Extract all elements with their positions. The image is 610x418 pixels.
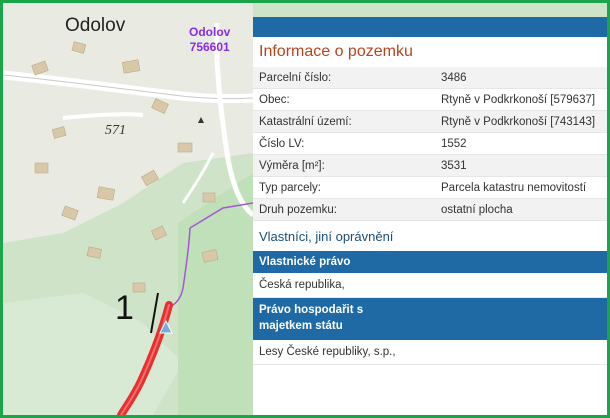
row-key-land-type: Druh pozemku:	[253, 198, 435, 221]
map-place-label: Odolov	[65, 15, 126, 36]
parcel-info-table: Parcelní číslo: 3486 Obec: Rtyně v Podkr…	[253, 67, 607, 221]
map-frame: Odolov Odolov 756601 571 1 Informace o p…	[0, 0, 610, 418]
management-value: Lesy České republiky, s.p.,	[253, 340, 607, 365]
panel-topbar	[253, 17, 607, 37]
row-value-parcel-number: 3486	[435, 67, 607, 89]
map-parcel-marker-label: 1	[115, 289, 134, 327]
row-value-parcel-type: Parcela katastru nemovitostí	[435, 176, 607, 199]
map-cadastral-name: Odolov	[189, 25, 231, 39]
map-cadastral-label: Odolov 756601	[189, 25, 230, 55]
row-value-municipality: Rtyně v Podkrkonoší [579637]	[435, 88, 607, 111]
row-value-area: 3531	[435, 154, 607, 177]
table-row: Obec: Rtyně v Podkrkonoší [579637]	[253, 88, 607, 111]
row-key-lv-number: Číslo LV:	[253, 132, 435, 155]
row-key-cadastral-area: Katastrální území:	[253, 110, 435, 133]
map-cadastral-code: 756601	[189, 40, 230, 54]
panel-title: Informace o pozemku	[253, 37, 607, 67]
table-row: Katastrální území: Rtyně v Podkrkonoší […	[253, 110, 607, 133]
row-value-cadastral-area: Rtyně v Podkrkonoší [743143]	[435, 110, 607, 133]
management-header-line1: Právo hospodařit s	[259, 304, 364, 316]
row-key-area: Výměra [m²]:	[253, 154, 435, 177]
management-header-line2: majetkem státu	[259, 320, 343, 332]
row-key-parcel-type: Typ parcely:	[253, 176, 435, 199]
row-value-lv-number: 1552	[435, 132, 607, 155]
table-row: Parcelní číslo: 3486	[253, 67, 607, 89]
parcel-info-panel: Informace o pozemku Parcelní číslo: 3486…	[253, 17, 607, 415]
table-row: Druh pozemku: ostatní plocha	[253, 198, 607, 221]
ownership-value: Česká republika,	[253, 273, 607, 298]
row-value-land-type: ostatní plocha	[435, 198, 607, 221]
owners-section-title: Vlastníci, jiní oprávnění	[253, 223, 607, 251]
row-key-parcel-number: Parcelní číslo:	[253, 67, 435, 89]
map-view[interactable]: Odolov Odolov 756601 571 1 Informace o p…	[3, 3, 607, 415]
management-header: Právo hospodařit s majetkem státu	[253, 298, 607, 340]
table-row: Číslo LV: 1552	[253, 132, 607, 155]
map-elevation-label: 571	[105, 123, 126, 138]
row-key-municipality: Obec:	[253, 88, 435, 111]
ownership-header: Vlastnické právo	[253, 251, 607, 273]
table-row: Výměra [m²]: 3531	[253, 154, 607, 177]
table-row: Typ parcely: Parcela katastru nemovitost…	[253, 176, 607, 199]
